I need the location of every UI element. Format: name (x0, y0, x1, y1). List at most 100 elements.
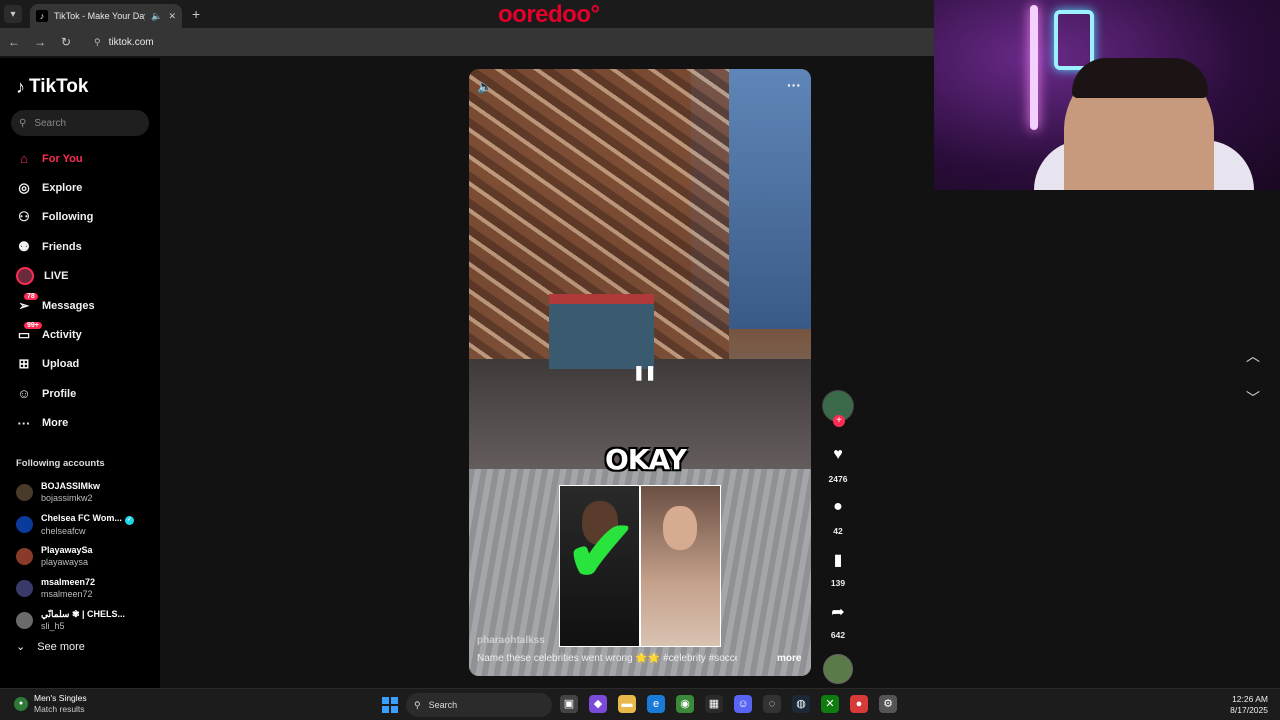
list-item[interactable]: PlayawaySa playawaysa (16, 540, 156, 572)
sidebar-item-live[interactable]: LIVE (16, 262, 156, 291)
news-widget[interactable]: ● Men's Singles Match results (14, 693, 87, 715)
video-screen-sign (549, 294, 654, 369)
pause-icon[interactable]: ❚❚ (633, 364, 656, 381)
volume-icon[interactable]: 🔈 (477, 79, 493, 95)
xbox-icon[interactable]: ✕ (821, 695, 839, 713)
video-username[interactable]: pharaohtalkss (477, 635, 545, 646)
bookmark-icon: ▮ (833, 552, 843, 569)
profile-icon: ☺ (17, 386, 31, 402)
follow-plus-icon[interactable]: + (833, 415, 845, 427)
music-disc-avatar[interactable] (823, 654, 853, 684)
edge-icon[interactable]: e (647, 695, 665, 713)
see-more-button[interactable]: ⌄ See more (16, 640, 85, 654)
sidebar-item-messages[interactable]: ➢ 78 Messages (16, 291, 156, 320)
list-item[interactable]: BOJASSIMkw bojassimkw2 (16, 476, 156, 508)
browser-tab-bar: ▾ ♪ TikTok - Make Your Day 🔈 ✕ + (0, 0, 934, 28)
browser-address-bar: ← → ↻ ⚲ tiktok.com (0, 28, 934, 56)
store-icon[interactable]: ▦ (705, 695, 723, 713)
tab-close-icon[interactable]: ✕ (168, 11, 176, 22)
account-name: BOJASSIMkw (41, 481, 101, 491)
next-video-chevron-down-icon[interactable]: ﹀ (1246, 388, 1260, 408)
search-icon: ⚲ (19, 117, 27, 129)
steam-icon[interactable]: ◍ (792, 695, 810, 713)
account-handle: bojassimkw2 (41, 493, 93, 503)
sidebar-item-label: Friends (42, 240, 82, 253)
activity-badge: 99+ (24, 322, 42, 330)
friends-icon: ⚉ (18, 238, 30, 254)
chevron-down-icon: ⌄ (16, 641, 26, 653)
sidebar-item-more[interactable]: ··· More (16, 409, 156, 438)
share-button[interactable]: ➦ 642 (831, 602, 845, 640)
widget-title: Men's Singles (34, 693, 87, 703)
back-arrow-icon[interactable]: ← (8, 35, 20, 49)
account-name: msalmeen72 (41, 577, 96, 587)
account-handle: msalmeen72 (41, 589, 93, 599)
creator-avatar[interactable]: + (822, 390, 854, 427)
sidebar-item-profile[interactable]: ☺ Profile (16, 379, 156, 408)
ooredoo-logo: ooredoo° (498, 1, 600, 28)
url-field[interactable]: ⚲ tiktok.com (86, 32, 162, 52)
account-handle: playawaysa (41, 557, 89, 567)
chrome-icon[interactable]: ◉ (676, 695, 694, 713)
system-clock[interactable]: 12:26 AM 8/17/2025 (1230, 694, 1268, 716)
sidebar-item-following[interactable]: ⚇ Following (16, 203, 156, 232)
url-text: tiktok.com (108, 36, 154, 48)
like-button[interactable]: ♥ 2476 (829, 446, 848, 484)
list-item[interactable]: msalmeen72 msalmeen72 (16, 572, 156, 604)
clock-time: 12:26 AM (1232, 694, 1268, 704)
reload-icon[interactable]: ↻ (60, 35, 72, 49)
sidebar-nav: ⌂ For You ◎ Explore ⚇ Following ⚉ Friend… (16, 144, 156, 438)
tiktok-logo-text: TikTok (29, 76, 89, 97)
more-options-icon[interactable]: ··· (787, 77, 801, 93)
sidebar-item-explore[interactable]: ◎ Explore (16, 173, 156, 202)
webcam-overlay (934, 0, 1280, 190)
windows-taskbar: ● Men's Singles Match results ⚲ Search ▣… (0, 688, 1280, 720)
following-icon: ⚇ (18, 209, 30, 225)
discord-icon[interactable]: ☺ (734, 695, 752, 713)
tab-list-chevron-icon[interactable]: ▾ (4, 5, 22, 23)
tab-title: TikTok - Make Your Day (54, 11, 146, 21)
share-arrow-icon: ➦ (831, 604, 845, 621)
widget-subtitle: Match results (34, 704, 85, 714)
upload-icon: ⊞ (18, 356, 30, 372)
sidebar-item-label: LIVE (44, 270, 69, 283)
avatar (16, 611, 33, 629)
comment-button[interactable]: ● 42 (833, 498, 843, 536)
list-item[interactable]: سلمانّي ✾ | CHELS... sli_h5 (16, 604, 156, 636)
forward-arrow-icon[interactable]: → (34, 35, 46, 49)
sidebar-item-friends[interactable]: ⚉ Friends (16, 232, 156, 261)
video-actions: + ♥ 2476 ● 42 ▮ 139 ➦ 642 (820, 390, 856, 684)
save-button[interactable]: ▮ 139 (831, 550, 845, 588)
neon-light (1030, 5, 1038, 130)
browser-tab-tiktok[interactable]: ♪ TikTok - Make Your Day 🔈 ✕ (30, 4, 182, 28)
following-accounts-list: BOJASSIMkw bojassimkw2 Chelsea FC Wom...… (16, 476, 156, 636)
copilot-icon[interactable]: ◆ (589, 695, 607, 713)
sidebar-item-label: Following (42, 211, 94, 224)
task-view-icon[interactable]: ▣ (560, 695, 578, 713)
avatar (16, 547, 33, 565)
sidebar-item-upload[interactable]: ⊞ Upload (16, 350, 156, 379)
more-icon: ··· (17, 415, 31, 431)
tiktok-logo[interactable]: ♪ TikTok (16, 76, 88, 98)
sidebar-item-activity[interactable]: ▭ 99+ Activity (16, 320, 156, 349)
sidebar-item-label: Activity (42, 329, 82, 342)
file-explorer-icon[interactable]: ▬ (618, 695, 636, 713)
caption-more-link[interactable]: more (777, 653, 801, 664)
taskbar-search-placeholder: Search (428, 700, 458, 710)
taskbar-search-input[interactable]: ⚲ Search (406, 693, 552, 717)
previous-video-chevron-up-icon[interactable]: ︿ (1246, 346, 1260, 366)
tab-audio-icon[interactable]: 🔈 (151, 11, 162, 22)
video-player[interactable]: 🔈 ··· ❚❚ OKAY ✔ pharaohtalkss Name these… (469, 69, 811, 676)
site-info-icon[interactable]: ⚲ (94, 37, 101, 48)
list-item[interactable]: Chelsea FC Wom... ✓ chelseafcw (16, 508, 156, 540)
search-input[interactable]: ⚲ Search (11, 110, 149, 136)
sports-icon[interactable]: ◌ (763, 695, 781, 713)
avatar (16, 515, 33, 533)
video-caption: Name these celebrities went wrong 🌟🌟 #ce… (477, 653, 737, 664)
settings-gear-icon[interactable]: ⚙ (879, 695, 897, 713)
new-tab-button[interactable]: + (192, 6, 200, 22)
start-windows-icon[interactable] (382, 697, 398, 713)
sidebar-item-for-you[interactable]: ⌂ For You (16, 144, 156, 173)
video-feed: 🔈 ··· ❚❚ OKAY ✔ pharaohtalkss Name these… (160, 58, 1260, 688)
red-app-icon[interactable]: ● (850, 695, 868, 713)
